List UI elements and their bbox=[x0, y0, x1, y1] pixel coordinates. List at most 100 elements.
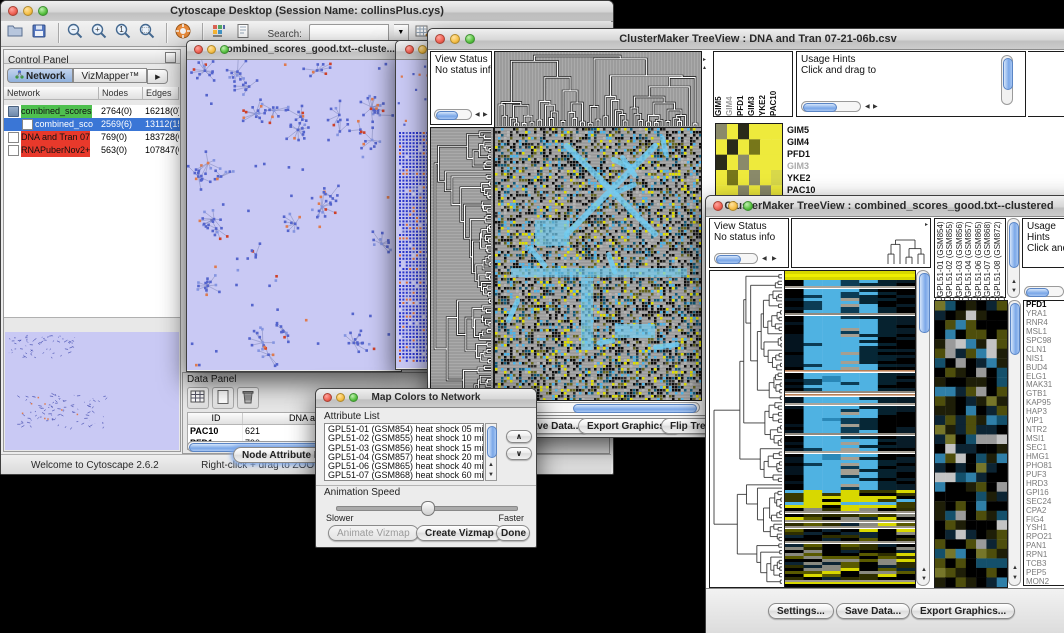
new-attribute-icon[interactable] bbox=[212, 387, 234, 409]
scroll-up-icon[interactable]: ▲ bbox=[488, 460, 494, 470]
gene-list-item[interactable]: PAN1 bbox=[1026, 542, 1064, 551]
gene-list-item[interactable]: VIP1 bbox=[1026, 417, 1064, 426]
scroll-right-icon[interactable]: ▶ bbox=[772, 254, 777, 264]
network-view-canvas[interactable] bbox=[187, 60, 399, 370]
gene-list-item[interactable]: BUD4 bbox=[1026, 364, 1064, 373]
scroll-left-icon[interactable]: ◀ bbox=[762, 254, 767, 264]
close-button[interactable] bbox=[8, 6, 18, 16]
column-header-nodes[interactable]: Nodes bbox=[99, 87, 143, 100]
column-header-edges[interactable]: Edges bbox=[143, 87, 179, 100]
main-titlebar[interactable]: Cytoscape Desktop (Session Name: collins… bbox=[1, 1, 613, 22]
gene-list-item[interactable]: HMG1 bbox=[1026, 453, 1064, 462]
minimize-button[interactable] bbox=[418, 45, 427, 54]
delete-attribute-icon[interactable] bbox=[237, 387, 259, 409]
move-down-button[interactable]: ∨ bbox=[506, 447, 532, 460]
zoom-actual-icon[interactable]: 1 bbox=[113, 21, 137, 45]
gene-list-item[interactable]: RPN1 bbox=[1026, 551, 1064, 560]
tree-collapse-icon[interactable]: ▴ bbox=[703, 63, 706, 73]
button-done[interactable]: Done bbox=[496, 525, 530, 541]
attribute-item[interactable]: GPL51-01 (GSM854) heat shock 05 min bbox=[328, 425, 483, 434]
usage-hints-scrollbar[interactable] bbox=[801, 101, 861, 112]
network-view-titlebar[interactable]: combined_scores_good.txt--cluste... bbox=[187, 41, 401, 60]
minimize-button[interactable] bbox=[450, 34, 460, 44]
minimize-button[interactable] bbox=[336, 393, 345, 402]
table-icon[interactable] bbox=[187, 387, 209, 409]
scroll-down-icon[interactable]: ▼ bbox=[488, 470, 494, 480]
gene-list-item[interactable]: NTR2 bbox=[1026, 426, 1064, 435]
gene-list-item[interactable]: PHO81 bbox=[1026, 462, 1064, 471]
gene-list-item[interactable]: GTB1 bbox=[1026, 390, 1064, 399]
zoom-in-icon[interactable]: + bbox=[89, 21, 113, 45]
scroll-right-icon[interactable]: ▶ bbox=[483, 110, 488, 120]
scroll-down-icon[interactable]: ▼ bbox=[921, 574, 927, 584]
gene-list-item[interactable]: TCB3 bbox=[1026, 560, 1064, 569]
button-create-vizmap[interactable]: Create Vizmap bbox=[416, 525, 503, 541]
gene-list-item[interactable]: MAK31 bbox=[1026, 381, 1064, 390]
float-panel-icon[interactable] bbox=[165, 52, 176, 63]
gene-list-item[interactable]: YSH1 bbox=[1026, 524, 1064, 533]
gene-list-item[interactable]: CLN1 bbox=[1026, 346, 1064, 355]
gene-list-item[interactable]: MSL1 bbox=[1026, 328, 1064, 337]
close-button[interactable] bbox=[713, 201, 723, 211]
zoom-fit-icon[interactable]: ⬚ bbox=[137, 21, 161, 45]
heatmap-vscrollbar[interactable]: ▲ ▼ bbox=[916, 270, 930, 586]
minimize-button[interactable] bbox=[23, 6, 33, 16]
move-up-button[interactable]: ∧ bbox=[506, 430, 532, 443]
scroll-down-icon[interactable]: ▼ bbox=[1011, 286, 1017, 296]
close-button[interactable] bbox=[405, 45, 414, 54]
minimize-button[interactable] bbox=[207, 45, 216, 54]
scroll-left-icon[interactable]: ◀ bbox=[865, 102, 870, 112]
animation-speed-slider[interactable] bbox=[336, 506, 518, 511]
treeview-combined-titlebar[interactable]: ClusterMaker TreeView : combined_scores_… bbox=[706, 196, 1064, 217]
gene-list-item[interactable]: ELG1 bbox=[1026, 373, 1064, 382]
expression-heatmap-canvas[interactable] bbox=[494, 127, 702, 401]
gene-list-item[interactable]: PUF3 bbox=[1026, 471, 1064, 480]
gene-list-item[interactable]: GPI16 bbox=[1026, 489, 1064, 498]
close-button[interactable] bbox=[194, 45, 203, 54]
network-list-row[interactable]: RNAPuberNov2+563(0)107847(0) bbox=[4, 144, 180, 157]
close-button[interactable] bbox=[435, 34, 445, 44]
tab-overflow-button[interactable]: ▶ bbox=[147, 69, 168, 84]
usage-hints-scrollbar[interactable] bbox=[1024, 286, 1064, 297]
gene-list-item[interactable]: SEC1 bbox=[1026, 444, 1064, 453]
save-icon[interactable] bbox=[29, 21, 53, 45]
zoom-heatmap-canvas[interactable] bbox=[934, 300, 1008, 588]
expression-heatmap-canvas[interactable] bbox=[784, 270, 916, 588]
column-dendrogram-canvas[interactable] bbox=[883, 236, 929, 266]
view-status-scrollbar[interactable] bbox=[434, 109, 472, 120]
column-header-network[interactable]: Network bbox=[4, 87, 99, 100]
gene-list-item[interactable]: PFD1 bbox=[1026, 301, 1064, 310]
button-save-data-[interactable]: Save Data... bbox=[836, 603, 910, 619]
scroll-left-icon[interactable]: ◀ bbox=[475, 110, 480, 120]
gene-list-item[interactable]: CPA2 bbox=[1026, 507, 1064, 516]
attribute-item[interactable]: GPL51-07 (GSM868) heat shock 60 min bbox=[328, 471, 483, 480]
network-list-row[interactable]: DNA and Tran 07769(0)183728(0) bbox=[4, 131, 180, 144]
gene-list-item[interactable]: MSI1 bbox=[1026, 435, 1064, 444]
view-status-scrollbar[interactable] bbox=[714, 253, 758, 264]
attribute-list-vscrollbar[interactable]: ▲ ▼ bbox=[485, 423, 497, 481]
minimize-button[interactable] bbox=[728, 201, 738, 211]
attribute-item[interactable]: GPL51-03 (GSM856) heat shock 15 min bbox=[328, 444, 483, 453]
gene-list-item[interactable]: NIS1 bbox=[1026, 355, 1064, 364]
zoom-button[interactable] bbox=[465, 34, 475, 44]
attribute-item[interactable]: GPL51-06 (GSM865) heat shock 40 min bbox=[328, 462, 483, 471]
usage-vscrollbar[interactable] bbox=[1001, 55, 1013, 105]
network-list-row[interactable]: combined_scores2764(0)16218(0) bbox=[4, 105, 180, 118]
scroll-up-icon[interactable]: ▲ bbox=[1012, 563, 1018, 573]
zoom-button[interactable] bbox=[220, 45, 229, 54]
gene-dendrogram-canvas[interactable] bbox=[430, 127, 494, 401]
gene-dendrogram-canvas[interactable] bbox=[709, 270, 784, 588]
scroll-right-icon[interactable]: ▶ bbox=[873, 102, 878, 112]
network-list-row[interactable]: combined_sco2569(6)13112(15) bbox=[4, 118, 180, 131]
attribute-item[interactable]: GPL51-02 (GSM855) heat shock 10 min bbox=[328, 434, 483, 443]
gene-list-item[interactable]: SEC24 bbox=[1026, 498, 1064, 507]
tab-vizmapper[interactable]: VizMapper™ bbox=[73, 68, 147, 83]
attribute-item[interactable]: GPL51-04 (GSM857) heat shock 20 min bbox=[328, 453, 483, 462]
gene-list-item[interactable]: PEP5 bbox=[1026, 569, 1064, 578]
close-button[interactable] bbox=[323, 393, 332, 402]
network-overview-thumbnail[interactable] bbox=[5, 332, 179, 450]
button-settings-[interactable]: Settings... bbox=[768, 603, 834, 619]
zoom-button[interactable] bbox=[743, 201, 753, 211]
gene-list-vscrollbar[interactable]: ▲ ▼ bbox=[1008, 300, 1021, 586]
gene-list-item[interactable]: HRD3 bbox=[1026, 480, 1064, 489]
